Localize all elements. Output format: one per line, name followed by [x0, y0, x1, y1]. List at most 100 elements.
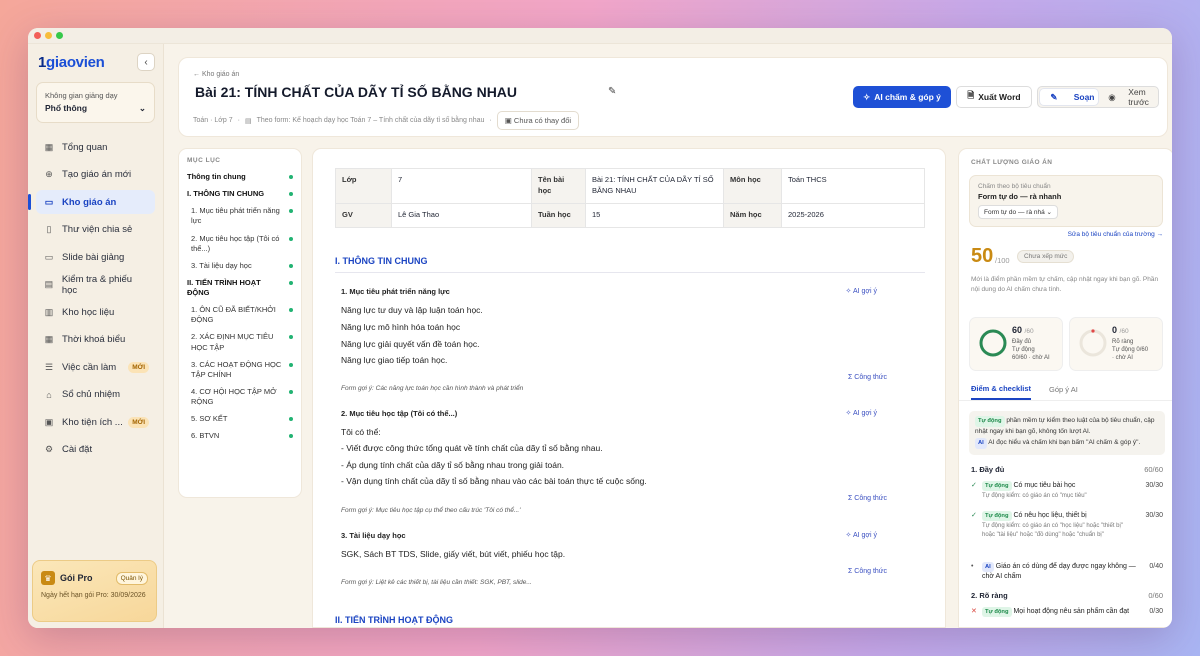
ai-suggest-button[interactable]: ✧ AI gợi ý	[846, 531, 877, 539]
ai-suggest-button[interactable]: ✧ AI gợi ý	[846, 287, 877, 295]
field-line[interactable]: Năng lực mô hình hóa toán học	[341, 322, 460, 332]
chevron-left-icon: ‹	[144, 56, 148, 68]
field-title: 1. Mục tiêu phát triển năng lực	[341, 287, 450, 296]
sidebar-item-5[interactable]: ▭ Slide bài giảng	[36, 245, 155, 269]
sidebar-item-7[interactable]: ▥ Kho học liệu	[36, 300, 155, 324]
sidebar-item-2[interactable]: ⊕ Tạo giáo án mới	[36, 163, 155, 187]
sidebar-item-3[interactable]: ▭ Kho giáo án	[28, 190, 155, 214]
pro-plan-card: ♛ Gói Pro Quản lý Ngày hết hạn gói Pro: …	[32, 560, 157, 622]
completeness-ring	[979, 329, 1007, 357]
toc-item[interactable]: 2. Mục tiêu học tập (Tôi có thể...)	[187, 234, 293, 254]
field-line[interactable]: - Viết được công thức tổng quát về tính …	[341, 443, 603, 453]
mode-toggle: ✎ Soạn ◉ Xem trước	[1037, 86, 1159, 108]
status-dot-icon	[289, 308, 293, 313]
sidebar-item-1[interactable]: ▦ Tổng quan	[36, 135, 155, 159]
field-line[interactable]: Tôi có thể:	[341, 427, 381, 437]
app-logo[interactable]: 1giaovien	[38, 54, 105, 71]
formula-button[interactable]: Σ Công thức	[848, 568, 887, 575]
info-value-class[interactable]: 7	[391, 168, 532, 204]
toc-item[interactable]: 3. Tài liệu dạy học	[187, 261, 293, 271]
field-line[interactable]: Năng lực giao tiếp toán học.	[341, 355, 447, 365]
criteria-select[interactable]: Form tự do — rà nhá ⌄	[978, 205, 1058, 219]
pencil-icon[interactable]: ✎	[608, 86, 616, 97]
ai-tag: AI	[975, 438, 987, 450]
sidebar: 1giaovien ‹ Không gian giảng dạy Phổ thô…	[28, 44, 164, 628]
graduation-cap-icon: ⌂	[46, 389, 52, 400]
new-badge: MỚI	[128, 416, 149, 428]
group-completeness: 1. Đầy đủ 60/60	[971, 465, 1163, 474]
maximize-window-dot[interactable]	[56, 32, 63, 39]
tab-ai-feedback[interactable]: Góp ý AI	[1049, 379, 1078, 400]
field-line[interactable]: - Vận dụng tính chất của dãy tỉ số bằng …	[341, 476, 647, 486]
manage-plan-button[interactable]: Quản lý	[115, 571, 148, 585]
sidebar-item-11[interactable]: ▣ Kho tiện ích ... MỚI	[36, 410, 155, 434]
toc-item[interactable]: 4. CƠ HỘI HỌC TẬP MỞ RỘNG	[187, 387, 293, 407]
close-window-dot[interactable]	[34, 32, 41, 39]
lesson-meta: Toán · Lớp 7 · ▤ Theo form: Kế hoạch dạy…	[193, 111, 580, 130]
toc-item[interactable]: 2. XÁC ĐỊNH MỤC TIÊU HỌC TẬP	[187, 332, 293, 352]
info-value-subject[interactable]: Toán THCS	[781, 168, 925, 204]
preview-mode-button[interactable]: ◉ Xem trước	[1098, 87, 1156, 107]
minimize-window-dot[interactable]	[45, 32, 52, 39]
calendar-icon: ▦	[44, 334, 54, 344]
field-line[interactable]: Năng lực tư duy và lập luận toán học.	[341, 305, 483, 315]
quality-panel: CHẤT LƯỢNG GIÁO ÁN Chấm theo bộ tiêu chu…	[958, 148, 1172, 628]
info-value-year[interactable]: 2025-2026	[781, 202, 925, 228]
status-dot-icon	[289, 209, 293, 214]
sidebar-item-8[interactable]: ▦ Thời khoá biểu	[36, 328, 155, 352]
ai-review-button[interactable]: ✧ AI chấm & góp ý	[853, 86, 951, 108]
clipboard-icon: ▤	[44, 279, 54, 289]
field-line[interactable]: Năng lực giải quyết vấn đề toán học.	[341, 339, 479, 349]
info-label: Lớp	[335, 168, 392, 204]
sidebar-item-label: Tổng quan	[62, 141, 108, 153]
grid-icon: ▦	[44, 141, 54, 152]
toc-item[interactable]: 3. CÁC HOẠT ĐỘNG HỌC TẬP CHÍNH	[187, 360, 293, 380]
field-line[interactable]: - Áp dụng tính chất của dãy tỉ số bằng n…	[341, 460, 564, 470]
info-value-lesson[interactable]: Bài 21: TÍNH CHẤT CỦA DÃY TỈ SỐ BẰNG NHA…	[585, 168, 724, 204]
collapse-sidebar-button[interactable]: ‹	[137, 53, 155, 71]
status-dot-icon	[289, 362, 293, 367]
check-icon: ✓	[971, 512, 977, 519]
toc-item[interactable]: II. TIẾN TRÌNH HOẠT ĐỘNG	[187, 278, 293, 298]
field-line[interactable]: SGK, Sách BT TDS, Slide, giấy viết, bút …	[341, 549, 565, 559]
breadcrumb[interactable]: ← Kho giáo án	[193, 71, 239, 78]
toc-item[interactable]: Thông tin chung	[187, 172, 293, 182]
checklist-item[interactable]: ✓ Tự động Có mục tiêu bài học 30/30 Tự động…	[971, 481, 1163, 501]
toc-item[interactable]: 1. ÔN CŨ ĐÃ BIẾT/KHỞI ĐỘNG	[187, 305, 293, 325]
sidebar-item-9[interactable]: ☰ Việc cần làm MỚI	[36, 355, 155, 379]
formula-button[interactable]: Σ Công thức	[848, 374, 887, 381]
sidebar-item-label: Tạo giáo án mới	[62, 169, 132, 180]
export-word-button[interactable]: 🗎 Xuất Word	[956, 86, 1032, 108]
tab-checklist[interactable]: Điểm & checklist	[971, 379, 1032, 400]
edit-criteria-link[interactable]: Sửa bộ tiêu chuẩn của trường →	[1068, 231, 1163, 238]
sidebar-item-label: Cài đặt	[62, 444, 93, 455]
lesson-form: Theo form: Kế hoạch dạy học Toán 7 – Tín…	[256, 117, 485, 124]
plus-circle-icon: ⊕	[45, 169, 53, 179]
completeness-ring-fill	[979, 329, 1007, 357]
window-titlebar	[28, 28, 1172, 44]
toc-item[interactable]: 5. SƠ KẾT	[187, 414, 293, 424]
info-value-teacher[interactable]: Lê Gia Thao	[391, 202, 532, 228]
clarity-score: 0	[1112, 325, 1118, 335]
checklist-item[interactable]: ✓ Tự động Có nêu học liệu, thiết bị 30/30 T…	[971, 511, 1163, 539]
sidebar-item-6[interactable]: ▤ Kiểm tra & phiếu học	[36, 273, 155, 297]
sparkle-icon: ✧	[845, 532, 852, 539]
section-heading: II. TIẾN TRÌNH HOẠT ĐỘNG	[335, 615, 453, 625]
teaching-space-selector[interactable]: Không gian giảng dạy Phổ thông ⌄	[36, 82, 155, 123]
sidebar-item-10[interactable]: ⌂ Sổ chủ nhiệm	[36, 383, 155, 407]
toc-item[interactable]: 1. Mục tiêu phát triển năng lực	[187, 206, 293, 226]
formula-button[interactable]: Σ Công thức	[848, 495, 887, 502]
section-heading: I. THÔNG TIN CHUNG	[335, 256, 428, 266]
group-clarity: 2. Rõ ràng 0/60	[971, 591, 1163, 600]
new-badge: MỚI	[128, 361, 149, 373]
sidebar-item-12[interactable]: ⚙ Cài đặt	[36, 438, 155, 462]
checklist-item[interactable]: ✕ Tự động Mọi hoạt động nêu sản phẩm cần …	[971, 607, 1163, 618]
edit-mode-button[interactable]: ✎ Soạn	[1040, 89, 1098, 105]
sparkle-icon: ✧	[845, 288, 852, 295]
sidebar-item-4[interactable]: ▯ Thư viện chia sẻ	[36, 218, 155, 242]
ai-suggest-button[interactable]: ✧ AI gợi ý	[846, 409, 877, 417]
toc-item[interactable]: 6. BTVN	[187, 431, 293, 441]
toc-item[interactable]: I. THÔNG TIN CHUNG	[187, 189, 293, 199]
checklist-item[interactable]: • AI Giáo án có dùng để dạy được ngay khô…	[971, 562, 1163, 582]
info-value-week[interactable]: 15	[585, 202, 724, 228]
